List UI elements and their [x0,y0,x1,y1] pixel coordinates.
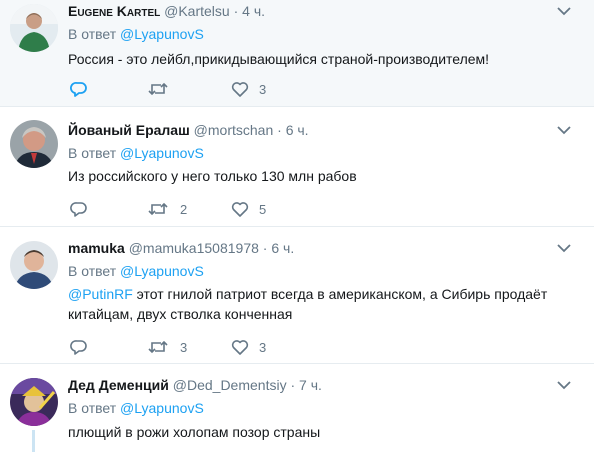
reply-handle-link[interactable]: @LyapunovS [120,400,204,416]
retweet-icon [148,82,168,96]
heart-icon [231,202,249,217]
user-handle[interactable]: @mortschan [194,122,274,138]
user-handle[interactable]: @mamuka15081978 [129,240,259,256]
tweet-time[interactable]: 4 ч. [242,3,265,19]
reply-button[interactable] [70,199,88,219]
reply-handle-link[interactable]: @LyapunovS [120,263,204,279]
reply-prefix: В ответ [68,263,117,279]
tweet-text: @PutinRF этот гнилой патриот всегда в ам… [68,284,578,324]
user-name[interactable]: Йoваный Ералаш [68,122,190,138]
retweet-button[interactable] [148,79,180,99]
tweet-header: Eugene Kartel @Kartelsu · 4 ч. [68,2,265,20]
reply-prefix: В ответ [68,26,117,42]
tweet-3[interactable]: mamuka @mamuka15081978 · 6 ч. В ответ @L… [0,227,594,363]
reply-icon [70,202,87,217]
tweet-4[interactable]: Дед Деменций @Ded_Dementsiy · 7 ч. В отв… [0,364,594,454]
tweet-text-line-1: этот гнилой патриот всегда в американско… [132,286,548,302]
retweet-button[interactable]: 2 [148,199,187,219]
reply-to: В ответ @LyapunovS [68,25,204,43]
retweet-count: 3 [180,339,188,355]
reply-handle-link[interactable]: @LyapunovS [120,26,204,42]
chevron-down-icon[interactable] [556,6,572,16]
reply-icon [70,340,87,355]
reply-prefix: В ответ [68,145,117,161]
avatar[interactable] [10,241,58,289]
like-button[interactable]: 3 [231,337,266,357]
heart-icon [231,340,249,355]
chevron-down-icon[interactable] [556,243,572,253]
reply-to: В ответ @LyapunovS [68,262,204,280]
separator-dot: · [290,377,296,393]
user-name[interactable]: mamuka [68,240,125,256]
avatar[interactable] [10,120,58,168]
thread-line [32,430,35,452]
separator-dot: · [277,122,282,138]
tweet-time[interactable]: 7 ч. [299,377,322,393]
chevron-down-icon[interactable] [556,125,572,135]
chevron-down-icon[interactable] [556,380,572,390]
tweet-time[interactable]: 6 ч. [271,240,294,256]
retweet-icon [148,202,168,216]
tweet-text-line-2: китайцам, двух стволка конченная [68,306,293,322]
retweet-button[interactable]: 3 [148,337,187,357]
reply-to: В ответ @LyapunovS [68,399,204,417]
heart-icon [231,82,249,97]
reply-button[interactable] [70,337,88,357]
tweet-header: mamuka @mamuka15081978 · 6 ч. [68,239,294,257]
tweet-header: Йoваный Ералаш @mortschan · 6 ч. [68,121,309,139]
tweet-text: Россия - это лейбл,прикидывающийся стран… [68,51,490,67]
mention-link[interactable]: @PutinRF [68,286,133,302]
like-count: 3 [259,339,267,355]
like-button[interactable]: 3 [231,79,266,99]
tweet-2[interactable]: Йoваный Ералаш @mortschan · 6 ч. В ответ… [0,107,594,227]
user-name[interactable]: Eugene Kartel [68,3,160,19]
tweet-time[interactable]: 6 ч. [286,122,309,138]
user-handle[interactable]: @Ded_Dementsiy [173,377,287,393]
separator-dot: · [262,240,268,256]
like-count: 5 [259,201,267,217]
user-name[interactable]: Дед Деменций [68,377,169,393]
reply-icon [70,82,87,97]
avatar[interactable] [10,4,58,52]
tweet-text: плющий в рожи холопам позор страны [68,424,321,440]
tweet-text: Из российского у него только 130 млн раб… [68,168,357,184]
tweet-header: Дед Деменций @Ded_Dementsiy · 7 ч. [68,376,322,394]
like-count: 3 [259,81,267,97]
separator-dot: · [233,3,239,19]
tweet-1[interactable]: Eugene Kartel @Kartelsu · 4 ч. В ответ @… [0,0,594,106]
avatar[interactable] [10,378,58,426]
retweet-icon [148,340,168,354]
reply-button[interactable] [70,79,88,99]
user-handle[interactable]: @Kartelsu [164,3,230,19]
reply-to: В ответ @LyapunovS [68,144,204,162]
reply-handle-link[interactable]: @LyapunovS [120,145,204,161]
like-button[interactable]: 5 [231,199,266,219]
retweet-count: 2 [180,201,188,217]
reply-prefix: В ответ [68,400,117,416]
